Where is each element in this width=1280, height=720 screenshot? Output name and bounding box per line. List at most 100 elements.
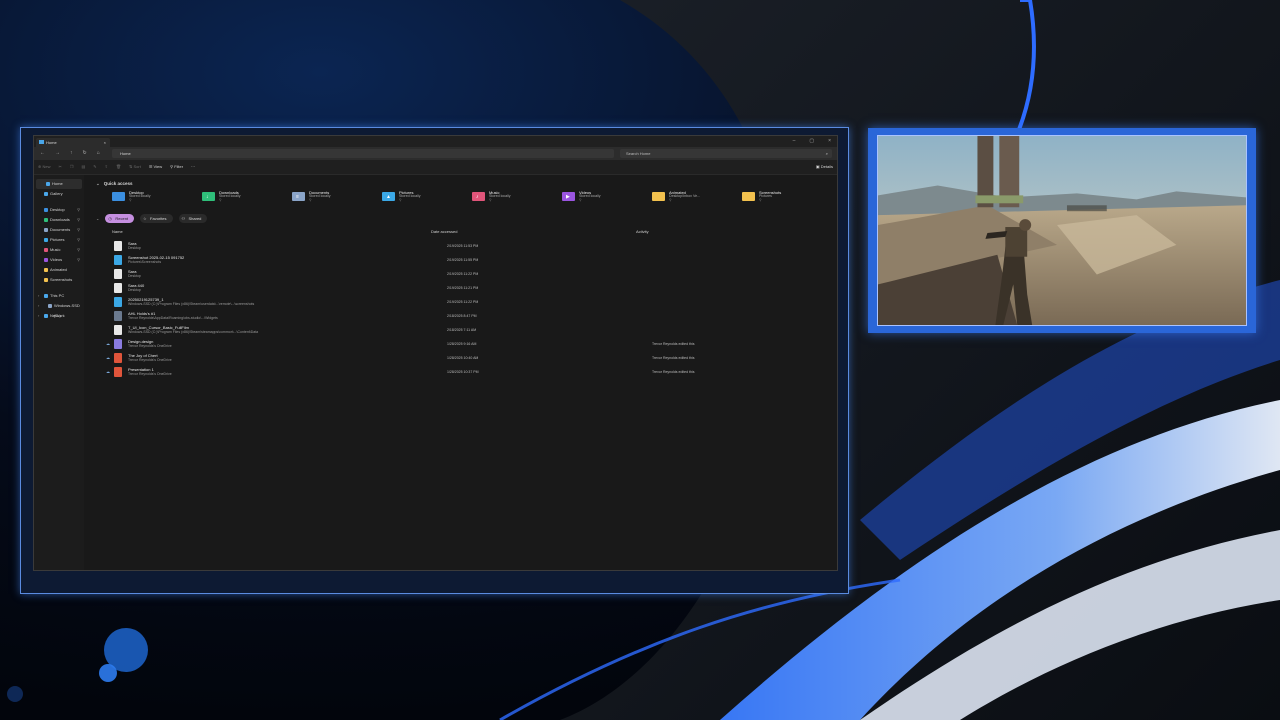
new-button[interactable]: ⊕ New (38, 164, 50, 169)
chevron-right-icon[interactable]: › (38, 291, 39, 301)
delete-icon[interactable]: 🗑 (116, 164, 121, 169)
file-row[interactable]: Sara Desktop 2/19/2025 11:22 PM (106, 267, 837, 281)
share-icon[interactable]: ⇪ (105, 164, 108, 169)
sidebar-item-label: Music (50, 247, 61, 252)
quick-access-downloads[interactable]: ↓ Downloads Stored locally ⚲ (202, 190, 282, 204)
pin-icon: ⚲ (759, 198, 762, 202)
column-date-accessed[interactable]: Date accessed (431, 229, 457, 234)
minimize-icon[interactable]: – (793, 138, 796, 144)
file-row[interactable]: Screenshot 2025-02-15 091752 Pictures\Scr… (106, 253, 837, 267)
sidebar-item-pictures[interactable]: Pictures ⚲ (34, 235, 84, 245)
close-tab-icon[interactable]: × (104, 138, 106, 147)
back-icon[interactable]: ← (40, 150, 45, 156)
quick-access-animated[interactable]: Animated Desktop\Inbox Ve... ⚲ (652, 190, 732, 204)
folder-location: Stored locally (579, 194, 601, 198)
cut-icon[interactable]: ✂ (58, 164, 61, 169)
details-button[interactable]: ▣ Details (816, 164, 833, 169)
desktop-folder-icon (112, 192, 125, 201)
tab-recent[interactable]: ◷ Recent (105, 213, 135, 223)
sidebar-item-label: Downloads (50, 217, 70, 222)
file-date-accessed: 1/28/2025 10:40 AM (447, 356, 479, 360)
maximize-icon[interactable]: ▢ (809, 138, 814, 144)
file-icon (114, 283, 122, 293)
sort-button[interactable]: ⇅ Sort (129, 164, 141, 169)
shared-icon: ⚇ (181, 215, 186, 221)
sidebar-item-label: Desktop (50, 207, 65, 212)
file-location: Desktop (128, 246, 141, 250)
quick-access-desktop[interactable]: Desktop Stored locally ⚲ (112, 190, 192, 204)
file-activity: Trevor Reynolds edited this (652, 356, 695, 360)
filter-button[interactable]: ⚲ Filter (170, 164, 183, 169)
network-icon (44, 314, 48, 318)
cloud-icon: ☁ (106, 369, 110, 374)
file-row[interactable]: T_UI_Icon_Cursor_Basic_FullFilm Windows-S… (106, 323, 837, 337)
folder-location: Stored locally (399, 194, 421, 198)
file-row[interactable]: ☁ Presentation 1 Trevor Reynolds's OneDriv… (106, 365, 837, 379)
sidebar-item-windows-ssd-c[interactable]: › Windows-SSD (C:) (34, 301, 84, 318)
file-date-accessed: 2/19/2025 11:22 PM (447, 300, 479, 304)
file-row[interactable]: Sara Desktop 2/19/2025 11:53 PM (106, 239, 837, 253)
file-row[interactable]: ☁ Design.design Trevor Reynolds's OneDrive… (106, 337, 837, 351)
chevron-right-icon[interactable]: › (38, 301, 39, 311)
quick-access-documents[interactable]: ≡ Documents Stored locally ⚲ (292, 190, 372, 204)
file-date-accessed: 2/18/2025 8:47 PM (447, 314, 477, 318)
column-name[interactable]: Name (112, 229, 123, 234)
music-folder-icon: ♪ (472, 192, 485, 201)
sidebar-item-animated[interactable]: Animated (34, 265, 84, 275)
paste-icon[interactable]: ▤ (81, 164, 85, 169)
view-button[interactable]: ☰ View (149, 164, 162, 169)
desktop-icon (44, 208, 48, 212)
sidebar-item-videos[interactable]: Videos ⚲ (34, 255, 84, 265)
quick-access-screenshots[interactable]: Screenshots Pictures ⚲ (742, 190, 822, 204)
refresh-icon[interactable]: ↻ (83, 150, 87, 156)
sidebar-item-this-pc[interactable]: › This PC (34, 291, 84, 301)
tab-home[interactable]: Home × (36, 138, 110, 147)
sidebar-item-music[interactable]: Music ⚲ (34, 245, 84, 255)
file-row[interactable]: AHL Holds's #1 Trevor Reynolds\AppData\Ro… (106, 309, 837, 323)
tab-shared[interactable]: ⚇ Shared (178, 213, 208, 223)
file-row[interactable]: 20250219125739_1 Windows-SSD (C:)\Program… (106, 295, 837, 309)
tab-label: Recent (115, 215, 129, 221)
close-window-icon[interactable]: × (828, 138, 831, 144)
file-icon (114, 339, 122, 349)
quick-access-music[interactable]: ♪ Music Stored locally ⚲ (472, 190, 552, 204)
chevron-right-icon[interactable]: › (38, 311, 39, 321)
screenshots-folder-icon (742, 192, 755, 201)
folder-location: Stored locally (489, 194, 511, 198)
quick-access-pictures[interactable]: ▲ Pictures Stored locally ⚲ (382, 190, 462, 204)
file-location: Trevor Reynolds's OneDrive (128, 344, 172, 348)
command-bar: ⊕ New ✂ ❐ ▤ ✎ ⇪ 🗑 ⇅ Sort ☰ View ⚲ Filter… (34, 160, 837, 175)
drive-icon (48, 304, 52, 308)
sidebar-item-desktop[interactable]: Desktop ⚲ (34, 205, 84, 215)
chevron-down-icon[interactable]: ⌄ (96, 216, 99, 221)
file-date-accessed: 2/19/2025 11:21 PM (447, 286, 479, 290)
sidebar-item-gallery[interactable]: Gallery (34, 189, 84, 199)
file-location: Trevor Reynolds\AppData\Roaming\obs-stud… (128, 316, 218, 320)
sidebar-item-screenshots[interactable]: Screenshots (34, 275, 84, 285)
pin-icon: ⚲ (77, 257, 80, 262)
rename-icon[interactable]: ✎ (93, 164, 96, 169)
navigation-bar: ← → ↑ ↻ ⌂ Home Search Home ⌕ (34, 147, 837, 160)
star-icon: ☆ (143, 215, 147, 221)
sidebar-item-home[interactable]: Home (36, 179, 82, 189)
copy-icon[interactable]: ❐ (70, 164, 74, 169)
quick-access-header[interactable]: ⌄ Quick access (96, 181, 133, 187)
sidebar-item-documents[interactable]: Documents ⚲ (34, 225, 84, 235)
pin-icon: ⚲ (129, 198, 132, 202)
file-row[interactable]: Sara 440 Desktop 2/19/2025 11:21 PM (106, 281, 837, 295)
forward-icon[interactable]: → (55, 150, 60, 156)
clock-icon: ◷ (108, 215, 112, 221)
quick-access-videos[interactable]: ▶ Videos Stored locally ⚲ (562, 190, 642, 204)
pin-icon: ⚲ (77, 227, 80, 232)
tab-favorites[interactable]: ☆ Favorites (140, 213, 173, 223)
pin-icon: ⚲ (77, 247, 80, 252)
home-nav-icon[interactable]: ⌂ (97, 150, 100, 156)
sidebar-item-network[interactable]: › Network (34, 311, 84, 321)
search-input[interactable]: Search Home ⌕ (620, 149, 832, 158)
up-icon[interactable]: ↑ (70, 150, 73, 156)
address-bar[interactable]: Home (112, 149, 614, 158)
sidebar-item-downloads[interactable]: Downloads ⚲ (34, 215, 84, 225)
more-options-button[interactable]: ··· (191, 164, 195, 169)
file-row[interactable]: ☁ The Joy of Chert Trevor Reynolds's OneDr… (106, 351, 837, 365)
column-activity[interactable]: Activity (636, 229, 649, 234)
